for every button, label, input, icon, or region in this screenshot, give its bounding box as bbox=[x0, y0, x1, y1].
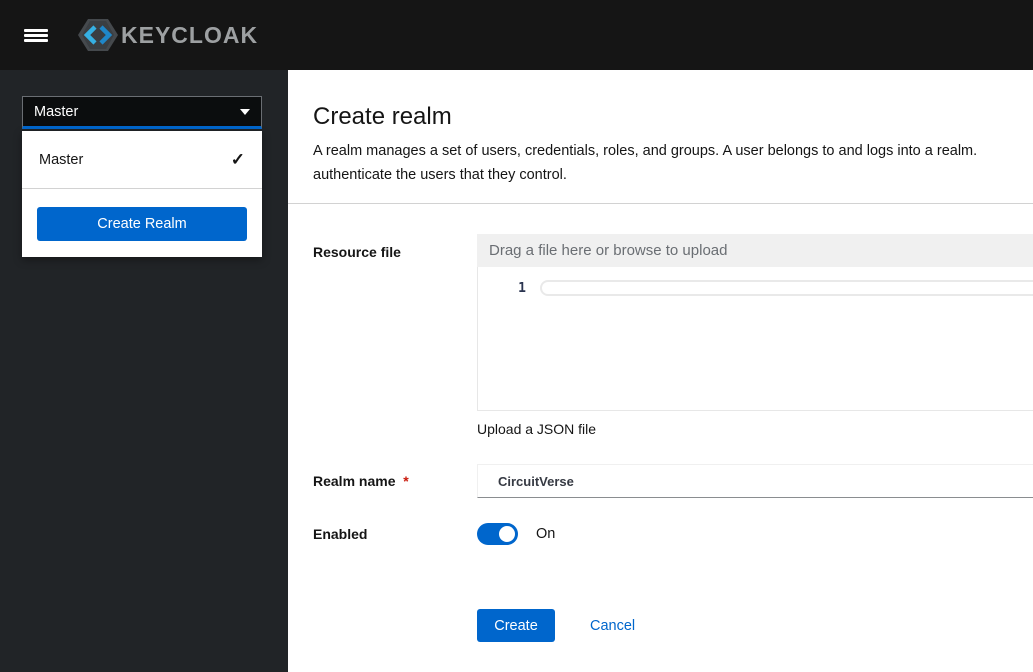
required-asterisk: * bbox=[403, 473, 409, 489]
resource-file-label: Resource file bbox=[313, 244, 401, 260]
chevron-down-icon bbox=[240, 108, 250, 115]
enabled-row: Enabled On bbox=[313, 523, 1033, 545]
page-title: Create realm bbox=[313, 103, 452, 130]
upload-placeholder: Drag a file here or browse to upload bbox=[489, 242, 728, 259]
toggle-state-label: On bbox=[536, 526, 556, 542]
nav-toggle-button[interactable] bbox=[14, 13, 58, 57]
create-realm-form: Resource file Drag a file here or browse… bbox=[288, 234, 1033, 642]
realm-item-label: Master bbox=[39, 151, 84, 168]
resource-file-row: Resource file Drag a file here or browse… bbox=[313, 234, 1033, 437]
page-description: A realm manages a set of users, credenti… bbox=[313, 139, 1033, 187]
realm-dropdown-menu: Master ✓ Create Realm bbox=[22, 131, 262, 257]
editor-line-number: 1 bbox=[518, 280, 526, 296]
enabled-label: Enabled bbox=[313, 526, 368, 542]
realm-selector-toggle[interactable]: Master bbox=[22, 96, 262, 129]
check-icon: ✓ bbox=[230, 149, 245, 169]
brand-name: KEYCLOAK bbox=[121, 21, 259, 48]
cancel-link[interactable]: Cancel bbox=[590, 618, 635, 634]
toggle-knob bbox=[499, 526, 515, 542]
main-content: Create realm A realm manages a set of us… bbox=[288, 70, 1033, 672]
hamburger-menu-icon bbox=[24, 27, 48, 44]
realm-name-label: Realm name * bbox=[313, 473, 409, 489]
realm-selector-label: Master bbox=[34, 103, 79, 120]
top-bar: KEYCLOAK bbox=[0, 0, 1033, 70]
form-actions-row: Create Cancel bbox=[313, 609, 1033, 642]
enabled-toggle[interactable] bbox=[477, 523, 518, 545]
realm-selector: Master Master ✓ Create Realm bbox=[22, 96, 262, 257]
keycloak-admin-console: KEYCLOAK Master Master ✓ Create Realm Cr… bbox=[0, 0, 1033, 672]
create-realm-button[interactable]: Create Realm bbox=[37, 207, 247, 241]
editor-line: 1 bbox=[478, 280, 1033, 296]
page-header: Create realm A realm manages a set of us… bbox=[288, 70, 1033, 187]
file-upload-dropzone[interactable]: Drag a file here or browse to upload bbox=[477, 234, 1033, 267]
page-description-line1: A realm manages a set of users, credenti… bbox=[313, 143, 978, 159]
realm-name-row: Realm name * bbox=[313, 464, 1033, 498]
keycloak-logo: KEYCLOAK bbox=[78, 17, 258, 53]
section-divider bbox=[288, 203, 1033, 204]
json-code-editor[interactable]: 1 bbox=[477, 267, 1033, 411]
upload-helper-text: Upload a JSON file bbox=[477, 421, 597, 437]
realm-name-input[interactable] bbox=[477, 464, 1033, 498]
page-layout: Master Master ✓ Create Realm Create real… bbox=[0, 70, 1033, 672]
realm-menu-item-master[interactable]: Master ✓ bbox=[22, 131, 262, 188]
page-description-line2: authenticate the users that they control… bbox=[313, 167, 567, 183]
sidebar: Master Master ✓ Create Realm bbox=[0, 70, 288, 672]
menu-divider bbox=[22, 188, 262, 189]
editor-active-line-box bbox=[540, 280, 1033, 296]
keycloak-hexagon-icon bbox=[78, 19, 118, 51]
create-button[interactable]: Create bbox=[477, 609, 555, 642]
